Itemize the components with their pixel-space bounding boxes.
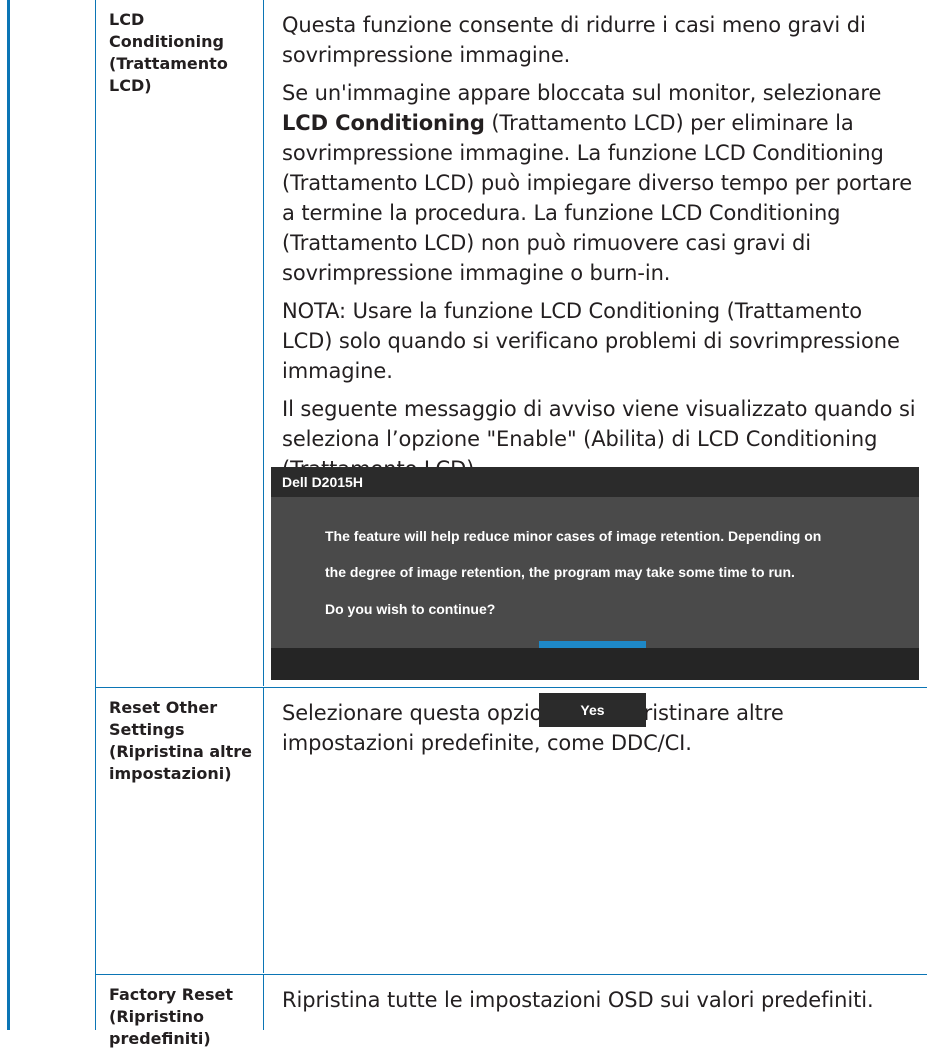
table-row-reset-other-settings: Reset Other Settings (Ripristina altre i…: [96, 687, 927, 973]
usage-text-pre: Se un'immagine appare bloccata sul monit…: [282, 81, 882, 105]
note-label: NOTA: [282, 299, 340, 323]
note-text: : Usare la funzione LCD Conditioning (Tr…: [282, 299, 900, 383]
row-label-factory-reset: Factory Reset (Ripristino predefiniti): [109, 985, 233, 1048]
row-description-factory-reset: Ripristina tutte le impostazioni OSD sui…: [282, 988, 874, 1012]
table-row-factory-reset: Factory Reset (Ripristino predefiniti) R…: [96, 974, 927, 1048]
column-divider: [263, 688, 264, 973]
osd-warning-dialog: Dell D2015H The feature will help reduce…: [271, 467, 919, 727]
osd-yes-button[interactable]: Yes: [539, 693, 646, 727]
osd-title-bar: Dell D2015H: [271, 467, 919, 497]
row-label-reset-other-settings: Reset Other Settings (Ripristina altre i…: [109, 698, 253, 783]
osd-footer-bar: [271, 648, 919, 680]
column-divider: [263, 0, 264, 686]
row-label-lcd-conditioning: LCD Conditioning (Trattamento LCD): [109, 10, 228, 95]
paragraph-usage: Se un'immagine appare bloccata sul monit…: [282, 78, 916, 288]
column-divider: [263, 975, 264, 1030]
paragraph-intro: Questa funzione consente di ridurre i ca…: [282, 13, 866, 67]
usage-text-bold: LCD Conditioning: [282, 111, 485, 135]
usage-text-post: (Trattamento LCD) per eliminare la sovri…: [282, 111, 913, 285]
osd-message-line-2: the degree of image retention, the progr…: [325, 564, 795, 580]
page-margin-rule: [7, 0, 10, 1030]
paragraph-note: NOTA: Usare la funzione LCD Conditioning…: [282, 296, 916, 386]
osd-message-line-1: The feature will help reduce minor cases…: [325, 528, 822, 544]
osd-message-question: Do you wish to continue?: [325, 601, 496, 617]
row-description-lcd-conditioning: Questa funzione consente di ridurre i ca…: [282, 10, 916, 492]
